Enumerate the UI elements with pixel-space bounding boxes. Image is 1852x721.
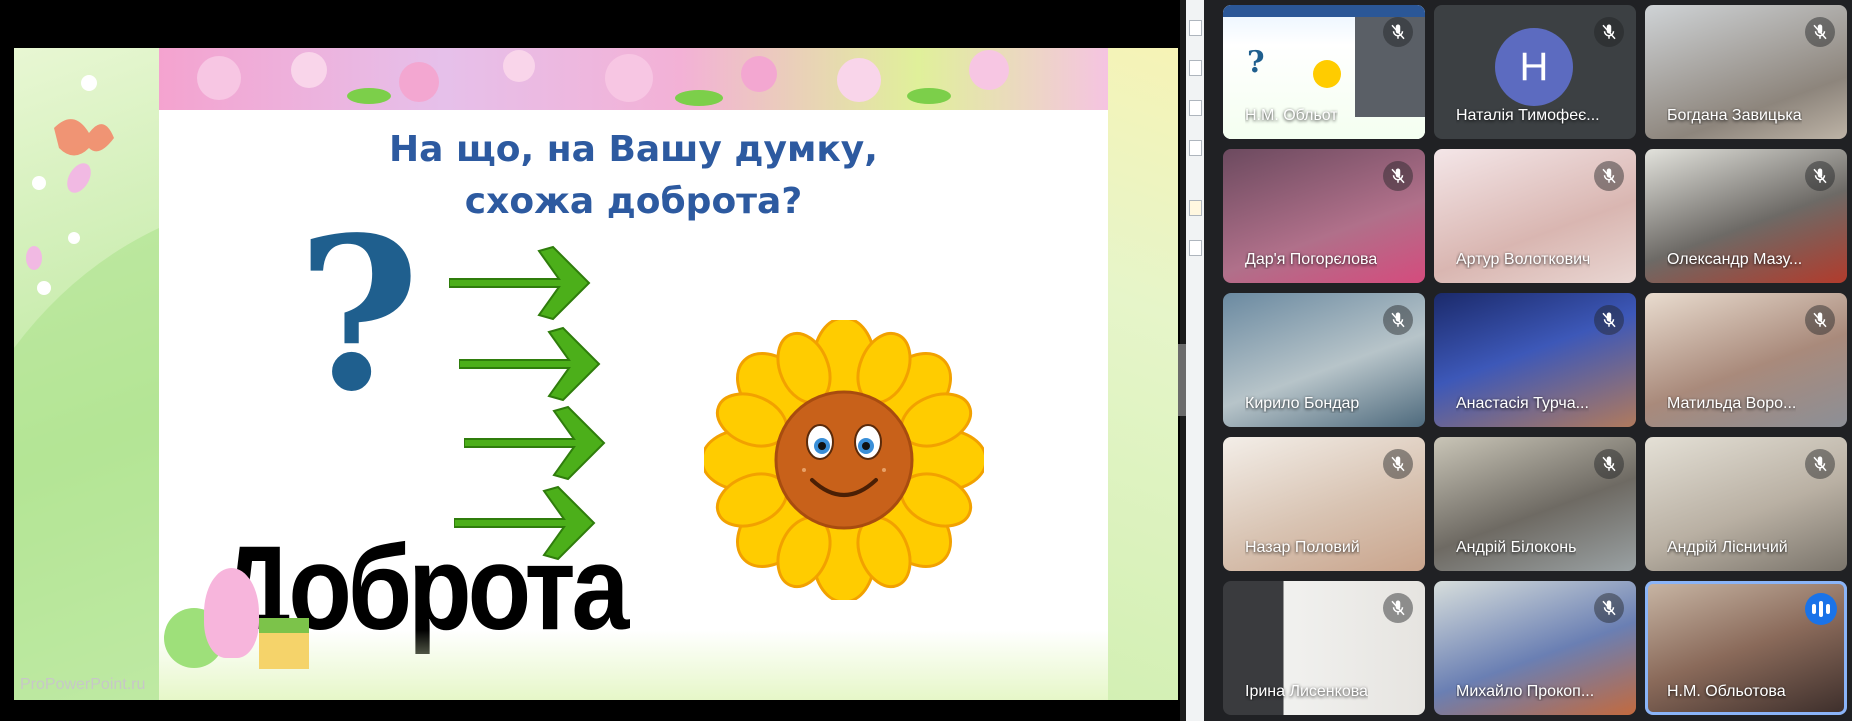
mic-off-icon [1383, 161, 1413, 191]
toolbar-icon[interactable] [1189, 100, 1202, 116]
mic-off-icon [1594, 593, 1624, 623]
mic-off-icon [1383, 593, 1413, 623]
thumbnail-sunflower [1313, 60, 1341, 88]
slide-left-decoration [14, 48, 159, 700]
arrow-right-icon [449, 245, 591, 321]
participant-name: Михайло Прокоп... [1456, 683, 1595, 700]
participant-tile[interactable]: Олександр Мазу... [1645, 149, 1847, 283]
slide-body: На що, на Вашу думку, схожа доброта? ? Д… [159, 110, 1108, 700]
participant-name: Андрій Білоконь [1456, 539, 1577, 556]
mic-off-icon [1383, 17, 1413, 47]
participant-tile[interactable]: Андрій Білоконь [1434, 437, 1636, 571]
participant-tile[interactable]: H Наталія Тимофеє... [1434, 5, 1636, 139]
participant-name: Наталія Тимофеє... [1456, 107, 1600, 124]
arrow-right-icon [464, 405, 606, 481]
mic-off-icon [1594, 161, 1624, 191]
thumbnail-question-mark: ? [1247, 45, 1265, 80]
mic-off-icon [1383, 449, 1413, 479]
toolbar-icon[interactable] [1189, 140, 1202, 156]
toolbar-icon[interactable] [1189, 240, 1202, 256]
participant-tile-active-speaker[interactable]: Н.М. Обльотова [1645, 581, 1847, 715]
mic-off-icon [1805, 449, 1835, 479]
butterfly-icon [14, 75, 159, 700]
slide-flower-banner [159, 48, 1108, 110]
participant-tile[interactable]: Дар'я Погорєлова [1223, 149, 1425, 283]
question-mark: ? [297, 191, 421, 438]
participant-tile[interactable]: Ірина Лисенкова [1223, 581, 1425, 715]
participant-tile[interactable]: Назар Половий [1223, 437, 1425, 571]
participant-name: Н.М. Обльотова [1667, 683, 1786, 700]
participant-name: Артур Волоткович [1456, 251, 1591, 268]
participant-tile[interactable]: Богдана Завицька [1645, 5, 1847, 139]
house-decoration [259, 633, 309, 669]
mic-off-icon [1594, 17, 1624, 47]
toolbar-icon[interactable] [1189, 20, 1202, 36]
slide-right-decoration [1108, 48, 1178, 700]
participant-tile[interactable]: Матильда Воро... [1645, 293, 1847, 427]
arrow-right-icon [454, 485, 596, 561]
house-roof-decoration [259, 618, 309, 633]
participant-name: Олександр Мазу... [1667, 251, 1803, 268]
participants-grid: ? Н.М. Обльот H Наталія Тимофеє... Богда… [1204, 0, 1852, 721]
panel-resize-handle[interactable] [1178, 344, 1186, 416]
participant-name: Анастасія Турча... [1456, 395, 1589, 412]
tree-decoration [204, 568, 259, 658]
participant-name: Матильда Воро... [1667, 395, 1797, 412]
participant-name: Дар'я Погорєлова [1245, 251, 1378, 268]
thumbnail-titlebar [1223, 5, 1425, 17]
participant-name: Ірина Лисенкова [1245, 683, 1368, 700]
participant-tile[interactable]: ? Н.М. Обльот [1223, 5, 1425, 139]
participant-name: Н.М. Обльот [1245, 107, 1338, 124]
participant-tile[interactable]: Кирило Бондар [1223, 293, 1425, 427]
mic-off-icon [1383, 305, 1413, 335]
participant-tile[interactable]: Анастасія Турча... [1434, 293, 1636, 427]
mic-off-icon [1805, 17, 1835, 47]
side-toolbar-strip [1186, 0, 1204, 721]
mic-off-icon [1594, 305, 1624, 335]
slide-watermark: ProPowerPoint.ru [20, 676, 146, 693]
mic-off-icon [1805, 161, 1835, 191]
participant-name: Богдана Завицька [1667, 107, 1802, 124]
mic-off-icon [1594, 449, 1624, 479]
presentation-area: На що, на Вашу думку, схожа доброта? ? Д… [0, 0, 1180, 721]
sunflower-icon [704, 320, 984, 600]
toolbar-icon[interactable] [1189, 200, 1202, 216]
mic-off-icon [1805, 305, 1835, 335]
participant-name: Кирило Бондар [1245, 395, 1360, 412]
participant-tile[interactable]: Андрій Лісничий [1645, 437, 1847, 571]
flowers-icon [197, 50, 1009, 106]
participant-tile[interactable]: Михайло Прокоп... [1434, 581, 1636, 715]
participant-name: Назар Половий [1245, 539, 1360, 556]
participant-tile[interactable]: Артур Волоткович [1434, 149, 1636, 283]
arrow-right-icon [459, 326, 601, 402]
audio-levels-icon [1805, 593, 1837, 625]
participant-avatar: H [1495, 28, 1573, 106]
presentation-slide: На що, на Вашу думку, схожа доброта? ? Д… [14, 48, 1178, 700]
toolbar-icon[interactable] [1189, 60, 1202, 76]
participant-name: Андрій Лісничий [1667, 539, 1788, 556]
